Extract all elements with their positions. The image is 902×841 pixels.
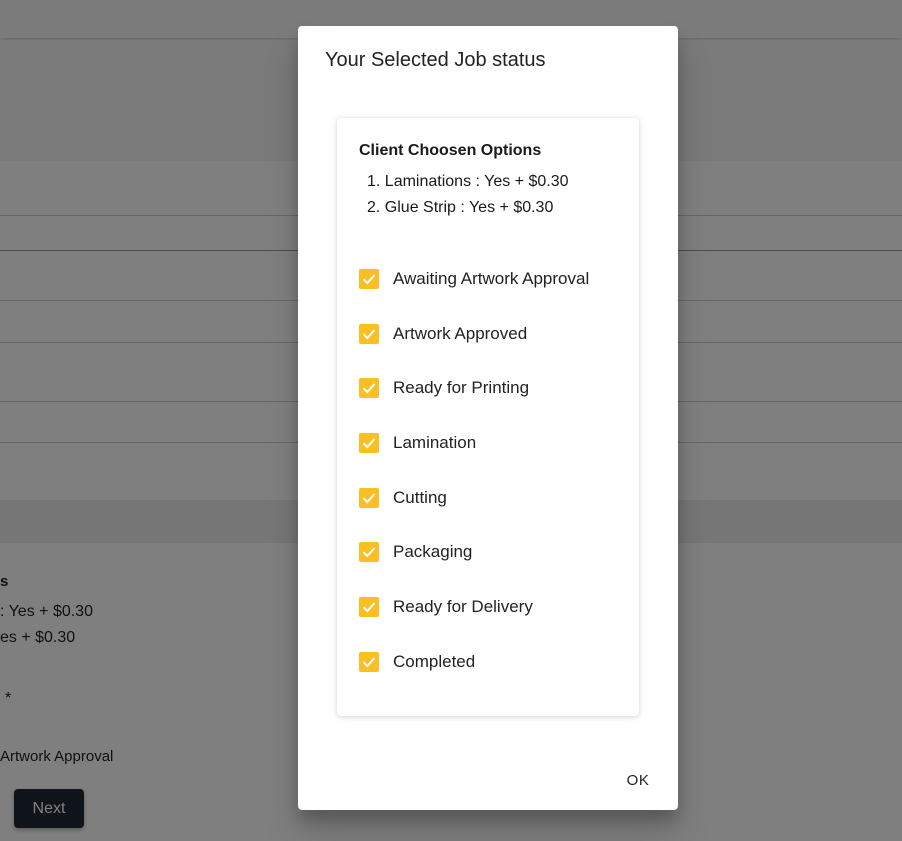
checkbox[interactable] bbox=[359, 269, 379, 289]
status-ready-for-delivery[interactable]: Ready for Delivery bbox=[359, 596, 589, 651]
status-lamination[interactable]: Lamination bbox=[359, 432, 589, 487]
check-icon bbox=[362, 547, 376, 558]
list-item: 1. Laminations : Yes + $0.30 bbox=[367, 173, 569, 190]
checkbox[interactable] bbox=[359, 597, 379, 618]
dialog-title: Your Selected Job status bbox=[325, 49, 546, 71]
status-label: Artwork Approved bbox=[393, 323, 528, 343]
status-ready-for-printing[interactable]: Ready for Printing bbox=[359, 377, 589, 432]
checkbox[interactable] bbox=[359, 487, 379, 508]
check-icon bbox=[362, 438, 376, 449]
status-cutting[interactable]: Cutting bbox=[359, 487, 589, 542]
status-list: Awaiting Artwork Approval Artwork Approv… bbox=[359, 268, 589, 706]
ok-button[interactable]: OK bbox=[614, 762, 662, 798]
status-label: Ready for Printing bbox=[393, 378, 530, 398]
check-icon bbox=[362, 602, 376, 613]
job-status-dialog: Your Selected Job status Client Choosen … bbox=[298, 26, 678, 810]
options-list: 1. Laminations : Yes + $0.30 2. Glue Str… bbox=[367, 172, 568, 224]
status-label: Lamination bbox=[393, 433, 477, 453]
checkbox[interactable] bbox=[359, 433, 379, 454]
status-awaiting-artwork-approval[interactable]: Awaiting Artwork Approval bbox=[359, 268, 589, 323]
check-icon bbox=[362, 657, 376, 668]
check-icon bbox=[362, 493, 376, 504]
status-artwork-approved[interactable]: Artwork Approved bbox=[359, 323, 589, 378]
check-icon bbox=[362, 383, 376, 394]
status-label: Awaiting Artwork Approval bbox=[393, 269, 590, 288]
card-heading: Client Choosen Options bbox=[359, 142, 542, 159]
checkbox[interactable] bbox=[359, 323, 379, 344]
status-label: Packaging bbox=[393, 542, 473, 562]
status-label: Cutting bbox=[393, 487, 447, 507]
check-icon bbox=[362, 329, 376, 340]
checkbox[interactable] bbox=[359, 651, 379, 672]
status-packaging[interactable]: Packaging bbox=[359, 541, 589, 596]
checkbox[interactable] bbox=[359, 542, 379, 563]
status-label: Completed bbox=[393, 651, 476, 671]
list-item: 2. Glue Strip : Yes + $0.30 bbox=[367, 199, 554, 216]
checkbox[interactable] bbox=[359, 378, 379, 399]
status-completed[interactable]: Completed bbox=[359, 651, 589, 706]
check-icon bbox=[362, 274, 376, 285]
status-label: Ready for Delivery bbox=[393, 597, 533, 617]
options-card: Client Choosen Options 1. Laminations : … bbox=[337, 118, 639, 716]
